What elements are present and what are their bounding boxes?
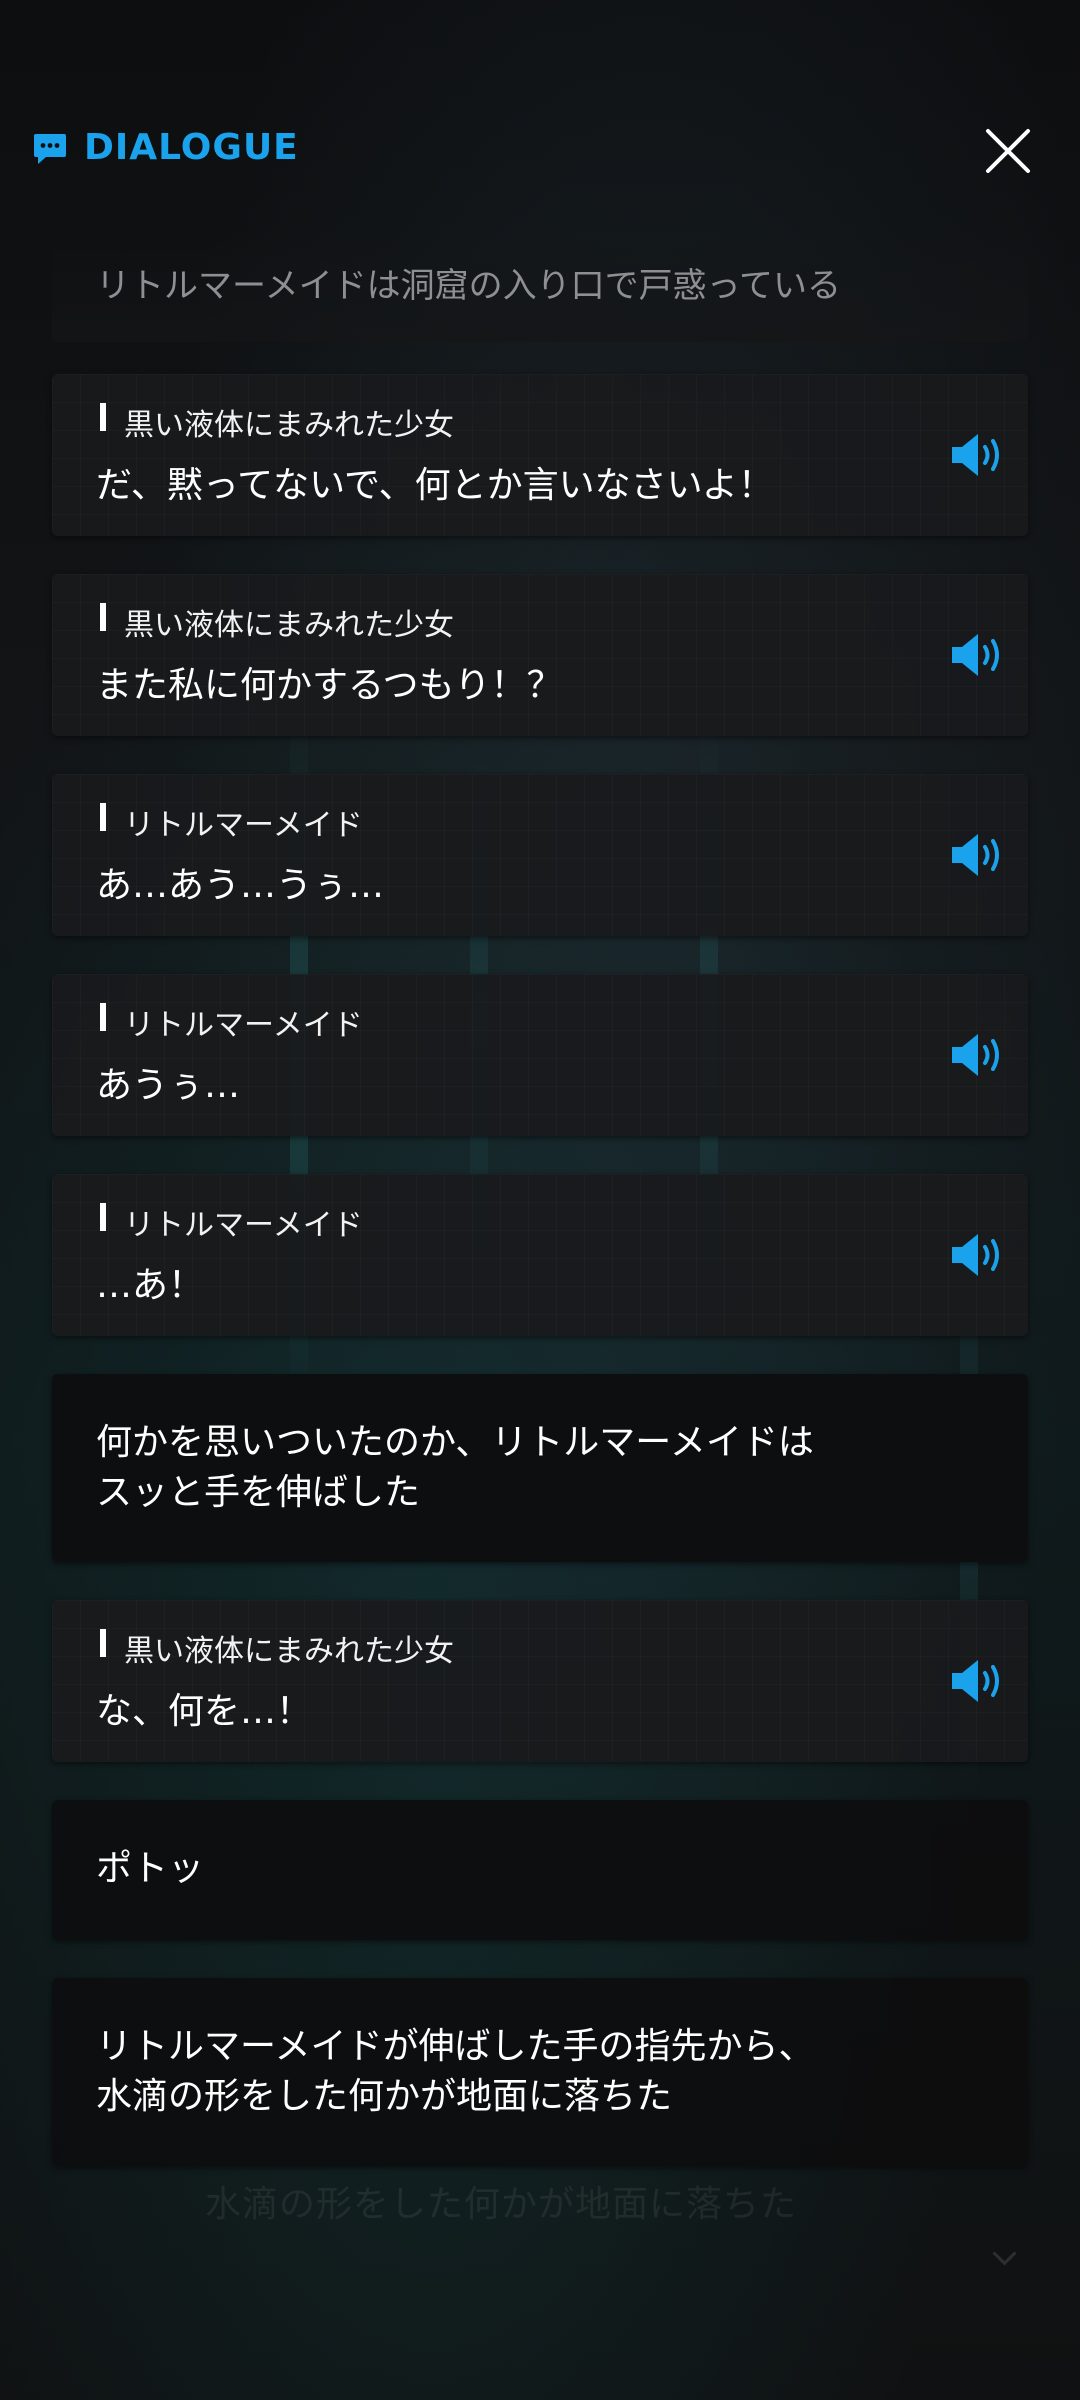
log-entry-voice: リトルマーメイド …あ！ <box>52 1174 1028 1336</box>
speaker-marker <box>100 403 106 431</box>
narration-text: リトルマーメイドは洞窟の入り口で戸惑っている <box>96 266 841 306</box>
speaker-icon[interactable] <box>948 430 1008 480</box>
log-entry-narration: リトルマーメイドは洞窟の入り口で戸惑っている <box>52 232 1028 342</box>
log-entry-narration: リトルマーメイドが伸ばした手の指先から、 水滴の形をした何かが地面に落ちた <box>52 1978 1028 2166</box>
log-entry-voice: リトルマーメイド あうぅ… <box>52 974 1028 1136</box>
speaker-name: リトルマーメイド <box>124 1208 363 1243</box>
dialogue-header: DIALOGUE <box>0 115 1080 185</box>
speaker-marker <box>100 1629 106 1657</box>
narration-text: スッと手を伸ばした <box>96 1472 421 1513</box>
close-icon[interactable] <box>980 123 1036 179</box>
dialogue-log-list[interactable]: リトルマーメイドは洞窟の入り口で戸惑っている 黒い液体にまみれた少女 だ、黙って… <box>52 232 1028 2204</box>
speaker-name: リトルマーメイド <box>124 808 363 843</box>
dialogue-text: だ、黙ってないで、何とか言いなさいよ！ <box>96 465 774 506</box>
dialogue-text: …あ！ <box>96 1265 205 1306</box>
speaker-marker <box>100 1203 106 1231</box>
page-title: DIALOGUE <box>84 127 299 168</box>
dialogue-text: あ…あう…うぅ… <box>96 865 385 906</box>
dialogue-log-screen: 水滴の形をした何かが地面に落ちた DIALOGUE リトルマーメイドは洞窟の入り… <box>0 0 1080 2400</box>
log-entry-narration: 何かを思いついたのか、リトルマーメイドは スッと手を伸ばした <box>52 1374 1028 1562</box>
log-entry-voice: 黒い液体にまみれた少女 な、何を…！ <box>52 1600 1028 1762</box>
speaker-marker <box>100 603 106 631</box>
chevron-down-icon <box>992 2241 1017 2266</box>
speaker-name: 黒い液体にまみれた少女 <box>124 1634 454 1669</box>
log-entry-voice: 黒い液体にまみれた少女 だ、黙ってないで、何とか言いなさいよ！ <box>52 374 1028 536</box>
narration-text: リトルマーメイドが伸ばした手の指先から、 <box>96 2026 815 2067</box>
speaker-name: 黒い液体にまみれた少女 <box>124 608 454 643</box>
dialogue-text: あうぅ… <box>96 1065 241 1106</box>
log-entry-narration: ポトッ <box>52 1800 1028 1940</box>
dialogue-text: また私に何かするつもり！？ <box>96 665 563 706</box>
dialogue-text: な、何を…！ <box>96 1691 313 1732</box>
speaker-icon[interactable] <box>948 1030 1008 1080</box>
narration-text: 水滴の形をした何かが地面に落ちた <box>96 2076 673 2117</box>
log-entry-voice: リトルマーメイド あ…あう…うぅ… <box>52 774 1028 936</box>
speaker-icon[interactable] <box>948 630 1008 680</box>
log-entry-voice: 黒い液体にまみれた少女 また私に何かするつもり！？ <box>52 574 1028 736</box>
speaker-name: 黒い液体にまみれた少女 <box>124 408 454 443</box>
speaker-marker <box>100 803 106 831</box>
speaker-icon[interactable] <box>948 1230 1008 1280</box>
narration-text: ポトッ <box>96 1848 205 1889</box>
narration-text: 何かを思いついたのか、リトルマーメイドは <box>96 1422 814 1463</box>
chat-bubble-icon <box>34 134 66 164</box>
speaker-icon[interactable] <box>948 1656 1008 1706</box>
speaker-marker <box>100 1003 106 1031</box>
speaker-icon[interactable] <box>948 830 1008 880</box>
speaker-name: リトルマーメイド <box>124 1008 363 1043</box>
